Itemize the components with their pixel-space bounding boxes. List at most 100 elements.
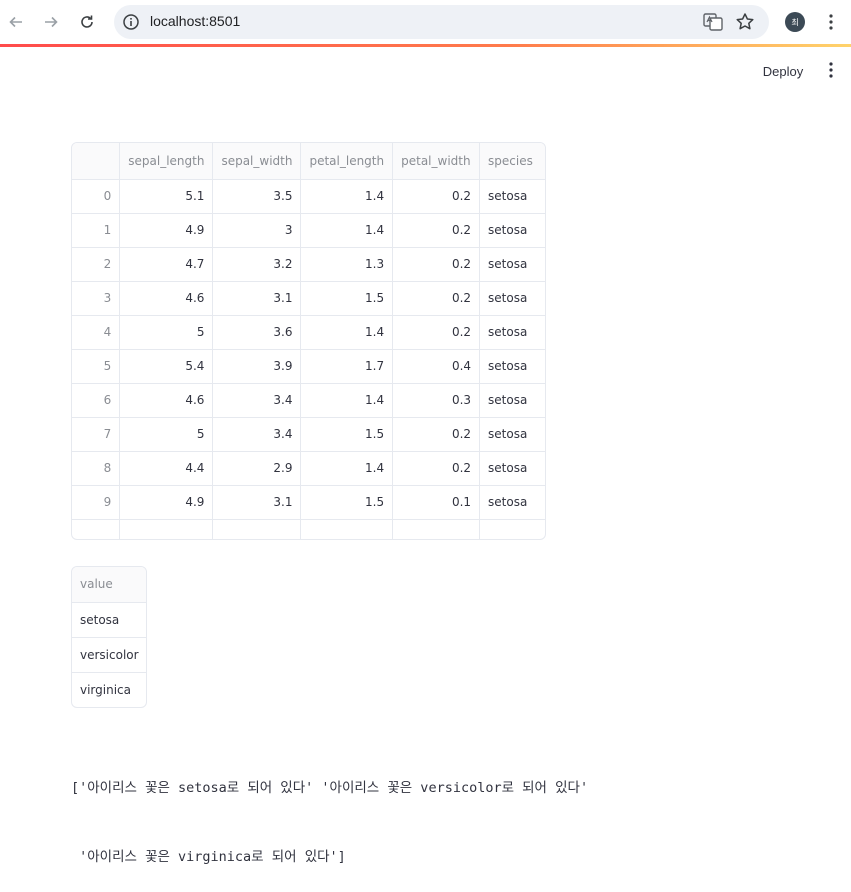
browser-menu-button[interactable]: [821, 12, 841, 32]
species-value-table[interactable]: value setosa versicolor virginica: [71, 566, 147, 708]
table-cell[interactable]: 5.1: [119, 179, 214, 214]
table-cell[interactable]: 2.9: [212, 451, 302, 486]
table-row: 4 5 3.6 1.4 0.2 setosa: [72, 315, 545, 350]
table-cell[interactable]: 0.2: [392, 281, 481, 316]
table-cell[interactable]: 4.7: [119, 247, 214, 282]
table-row: 1 4.9 3 1.4 0.2 setosa: [72, 213, 545, 248]
profile-avatar[interactable]: 최: [785, 12, 805, 32]
table-cell: [479, 519, 545, 539]
table-cell[interactable]: setosa: [479, 179, 545, 214]
table-cell[interactable]: setosa: [479, 349, 545, 384]
iris-dataframe[interactable]: sepal_length sepal_width petal_length pe…: [71, 142, 546, 540]
table-cell[interactable]: 1.5: [300, 485, 394, 520]
app-menu-button[interactable]: [821, 60, 841, 80]
url-text: localhost:8501: [150, 13, 241, 29]
row-index: 9: [72, 485, 121, 520]
table-cell: [392, 519, 481, 539]
table-cell[interactable]: 1.4: [300, 383, 394, 418]
table-cell[interactable]: setosa: [479, 315, 545, 350]
table-cell[interactable]: setosa: [479, 247, 545, 282]
column-header[interactable]: sepal_width: [212, 143, 302, 180]
table-cell[interactable]: 0.2: [392, 451, 481, 486]
column-header[interactable]: species: [479, 143, 545, 180]
table-cell[interactable]: setosa: [479, 451, 545, 486]
column-header[interactable]: sepal_length: [119, 143, 214, 180]
column-header[interactable]: value: [72, 567, 146, 603]
translate-icon[interactable]: [703, 13, 723, 31]
output-line: ['아이리스 꽃은 setosa로 되어 있다' '아이리스 꽃은 versic…: [71, 780, 589, 796]
table-cell[interactable]: 0.2: [392, 213, 481, 248]
table-cell[interactable]: 3.5: [212, 179, 302, 214]
table-row: 5 5.4 3.9 1.7 0.4 setosa: [72, 349, 545, 384]
site-info-icon[interactable]: [122, 13, 140, 31]
table-row: virginica: [72, 672, 146, 707]
table-cell[interactable]: 1.5: [300, 417, 394, 452]
table-cell[interactable]: setosa: [479, 417, 545, 452]
table-cell[interactable]: 0.2: [392, 179, 481, 214]
table-row: 3 4.6 3.1 1.5 0.2 setosa: [72, 281, 545, 316]
table-cell[interactable]: 0.1: [392, 485, 481, 520]
row-index: 4: [72, 315, 121, 350]
table-cell[interactable]: 1.4: [300, 179, 394, 214]
row-index: 7: [72, 417, 121, 452]
table-cell[interactable]: 3.1: [212, 281, 302, 316]
table-cell[interactable]: setosa: [479, 213, 545, 248]
table-cell[interactable]: 1.4: [300, 451, 394, 486]
table-cell[interactable]: 0.2: [392, 417, 481, 452]
column-header[interactable]: petal_width: [392, 143, 481, 180]
forward-button[interactable]: [37, 8, 65, 36]
table-cell[interactable]: 5: [119, 315, 214, 350]
table-cell[interactable]: setosa: [479, 383, 545, 418]
arrow-left-icon: [9, 16, 22, 28]
table-cell[interactable]: 4.6: [119, 281, 214, 316]
arrow-right-icon: [45, 16, 58, 28]
table-cell[interactable]: 0.4: [392, 349, 481, 384]
value-table: value setosa versicolor virginica: [72, 567, 146, 707]
table-cell[interactable]: 1.4: [300, 213, 394, 248]
table-cell[interactable]: 3.4: [212, 417, 302, 452]
table-row: 8 4.4 2.9 1.4 0.2 setosa: [72, 451, 545, 486]
row-index: 3: [72, 281, 121, 316]
table-row: setosa: [72, 602, 146, 638]
table-cell[interactable]: versicolor: [72, 637, 146, 673]
table-cell: [72, 519, 121, 539]
table-cell[interactable]: setosa: [72, 602, 146, 638]
table-cell[interactable]: setosa: [479, 281, 545, 316]
bookmark-star-icon[interactable]: [734, 11, 756, 33]
table-row-partial: [72, 519, 545, 539]
table-cell[interactable]: 1.7: [300, 349, 394, 384]
table-cell[interactable]: 3.2: [212, 247, 302, 282]
table-cell[interactable]: 3.4: [212, 383, 302, 418]
table-cell[interactable]: 0.2: [392, 315, 481, 350]
table-cell[interactable]: 4.9: [119, 485, 214, 520]
table-cell[interactable]: virginica: [72, 672, 146, 707]
table-cell[interactable]: 5.4: [119, 349, 214, 384]
table-cell[interactable]: 0.3: [392, 383, 481, 418]
top-decoration-bar: [0, 44, 851, 47]
table-cell[interactable]: setosa: [479, 485, 545, 520]
table-cell: [300, 519, 394, 539]
back-button[interactable]: [2, 8, 30, 36]
reload-icon: [81, 15, 93, 28]
table-cell[interactable]: 4.6: [119, 383, 214, 418]
table-cell[interactable]: 1.5: [300, 281, 394, 316]
row-index: 2: [72, 247, 121, 282]
table-cell[interactable]: 3.1: [212, 485, 302, 520]
table-cell[interactable]: 1.3: [300, 247, 394, 282]
table-cell[interactable]: 1.4: [300, 315, 394, 350]
table-cell[interactable]: 3: [212, 213, 302, 248]
table-cell[interactable]: 4.9: [119, 213, 214, 248]
table-cell[interactable]: 4.4: [119, 451, 214, 486]
column-header[interactable]: petal_length: [300, 143, 394, 180]
address-bar[interactable]: localhost:8501: [114, 5, 769, 39]
deploy-button[interactable]: Deploy: [752, 58, 814, 84]
table-cell[interactable]: 3.9: [212, 349, 302, 384]
table-cell: [212, 519, 302, 539]
row-index: 1: [72, 213, 121, 248]
reload-button[interactable]: [73, 8, 101, 36]
table-cell[interactable]: 3.6: [212, 315, 302, 350]
table-cell[interactable]: 5: [119, 417, 214, 452]
dataframe-table: sepal_length sepal_width petal_length pe…: [72, 143, 545, 539]
index-header[interactable]: [72, 143, 121, 180]
table-cell[interactable]: 0.2: [392, 247, 481, 282]
